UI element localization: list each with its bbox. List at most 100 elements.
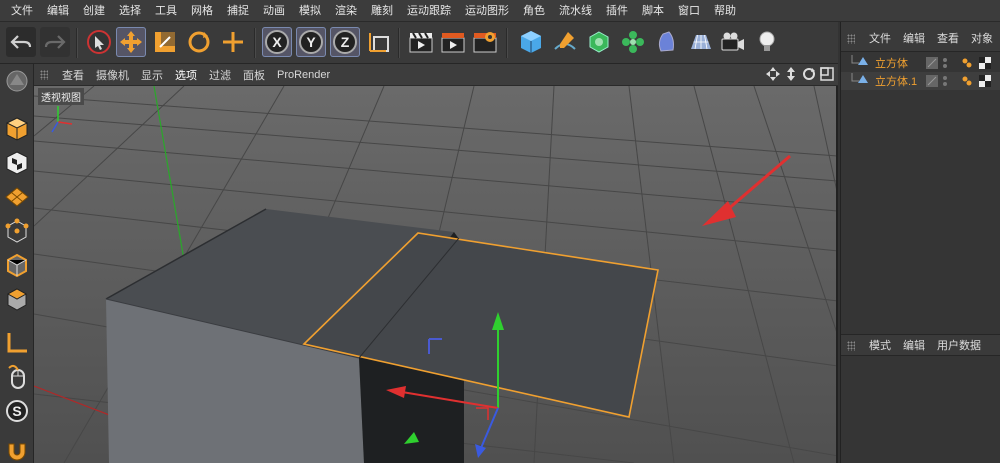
phong-tag-icon[interactable] xyxy=(961,75,973,87)
floor-button[interactable] xyxy=(686,27,716,57)
viewport-nav-icons xyxy=(766,67,834,81)
points-mode-button[interactable] xyxy=(2,216,32,246)
workplane-icon xyxy=(5,187,29,207)
object-row[interactable]: 立方体 xyxy=(841,54,1000,72)
object-manager-menu-bar: 文件 编辑 查看 对象 xyxy=(841,22,1000,52)
undo-icon xyxy=(10,35,32,49)
cloner-icon xyxy=(622,31,644,53)
select-tool-button[interactable] xyxy=(84,27,114,57)
render-view-button[interactable] xyxy=(406,27,436,57)
maximize-view-icon[interactable] xyxy=(820,67,834,81)
object-row[interactable]: 立方体.1 xyxy=(841,72,1000,90)
om-menu-objects[interactable]: 对象 xyxy=(965,30,999,46)
viewport-menu-cameras[interactable]: 摄像机 xyxy=(90,67,135,83)
menu-edit[interactable]: 编辑 xyxy=(40,0,76,22)
menu-mograph[interactable]: 运动图形 xyxy=(458,0,516,22)
workplane-mode-button[interactable] xyxy=(2,182,32,212)
move-tool-button[interactable] xyxy=(116,27,146,57)
menu-animate[interactable]: 动画 xyxy=(256,0,292,22)
cloner-button[interactable] xyxy=(618,27,648,57)
am-menu-user-data[interactable]: 用户数据 xyxy=(931,337,987,353)
om-menu-file[interactable]: 文件 xyxy=(863,30,897,46)
menu-pipeline[interactable]: 流水线 xyxy=(552,0,599,22)
edit-render-toggle-icon[interactable] xyxy=(925,56,939,70)
main-toolbar: X Y Z xyxy=(0,22,838,64)
menu-plugins[interactable]: 插件 xyxy=(599,0,635,22)
camera-button[interactable] xyxy=(718,27,748,57)
light-button[interactable] xyxy=(752,27,782,57)
x-axis-lock-button[interactable]: X xyxy=(262,27,292,57)
viewport-menu-options[interactable]: 选项 xyxy=(169,67,203,83)
dolly-icon[interactable] xyxy=(784,67,798,81)
scale-tool-button[interactable] xyxy=(150,27,180,57)
cube-primitive-button[interactable] xyxy=(516,27,546,57)
object-mode-button[interactable] xyxy=(2,114,32,144)
tree-branch-icon xyxy=(851,55,868,65)
undo-button[interactable] xyxy=(6,27,36,57)
y-axis-label: Y xyxy=(306,34,316,50)
menu-snap[interactable]: 捕捉 xyxy=(220,0,256,22)
texture-tag-icon[interactable] xyxy=(979,75,991,87)
edit-render-toggle-icon[interactable] xyxy=(925,74,939,88)
rotate-tool-button[interactable] xyxy=(184,27,214,57)
edges-mode-button[interactable] xyxy=(2,250,32,280)
visibility-dots-icon[interactable] xyxy=(941,74,949,88)
menu-simulate[interactable]: 模拟 xyxy=(292,0,328,22)
render-picture-viewer-button[interactable] xyxy=(438,27,468,57)
axis-mode-button[interactable] xyxy=(2,328,32,358)
perspective-viewport[interactable]: 透视视图 xyxy=(34,86,838,463)
bend-deformer-icon xyxy=(658,31,674,52)
redo-button[interactable] xyxy=(40,27,70,57)
panel-grip-icon[interactable] xyxy=(847,34,855,44)
phong-tag-icon[interactable] xyxy=(961,57,973,69)
visibility-dots-icon[interactable] xyxy=(941,56,949,70)
viewport-menu-filter[interactable]: 过滤 xyxy=(203,67,237,83)
am-menu-edit[interactable]: 编辑 xyxy=(897,337,931,353)
coordinate-system-button[interactable] xyxy=(364,27,394,57)
render-settings-button[interactable] xyxy=(470,27,500,57)
subdivision-icon xyxy=(589,31,609,53)
menu-select[interactable]: 选择 xyxy=(112,0,148,22)
menu-mesh[interactable]: 网格 xyxy=(184,0,220,22)
panel-grip-icon[interactable] xyxy=(847,341,855,351)
model-mode-button[interactable] xyxy=(2,66,32,96)
viewport-menu-panel[interactable]: 面板 xyxy=(237,67,271,83)
magnet-button[interactable] xyxy=(2,436,32,463)
object-name[interactable]: 立方体.1 xyxy=(875,73,917,89)
menu-render[interactable]: 渲染 xyxy=(328,0,364,22)
transform-tool-button[interactable] xyxy=(218,27,248,57)
tweak-mode-button[interactable] xyxy=(2,362,32,392)
viewport-menu-display[interactable]: 显示 xyxy=(135,67,169,83)
coordinate-system-icon xyxy=(369,33,389,52)
om-menu-edit[interactable]: 编辑 xyxy=(897,30,931,46)
om-menu-view[interactable]: 查看 xyxy=(931,30,965,46)
viewport-menu-view[interactable]: 查看 xyxy=(56,67,90,83)
pen-spline-button[interactable] xyxy=(550,27,580,57)
menu-character[interactable]: 角色 xyxy=(516,0,552,22)
panel-grip-icon[interactable] xyxy=(40,70,48,80)
am-menu-mode[interactable]: 模式 xyxy=(863,337,897,353)
menu-tools[interactable]: 工具 xyxy=(148,0,184,22)
orbit-icon[interactable] xyxy=(802,67,816,81)
menu-create[interactable]: 创建 xyxy=(76,0,112,22)
object-name[interactable]: 立方体 xyxy=(875,55,908,71)
menu-script[interactable]: 脚本 xyxy=(635,0,671,22)
menu-help[interactable]: 帮助 xyxy=(707,0,743,22)
pan-icon[interactable] xyxy=(766,67,780,81)
texture-mode-button[interactable] xyxy=(2,148,32,178)
menu-motion-tracking[interactable]: 运动跟踪 xyxy=(400,0,458,22)
y-axis-lock-button[interactable]: Y xyxy=(296,27,326,57)
redo-icon xyxy=(44,35,66,49)
menu-file[interactable]: 文件 xyxy=(4,0,40,22)
viewport-menu-prorender[interactable]: ProRender xyxy=(271,69,336,81)
snapping-button[interactable]: S xyxy=(2,396,32,426)
deformer-button[interactable] xyxy=(652,27,682,57)
subdivision-surface-button[interactable] xyxy=(584,27,614,57)
polygons-mode-button[interactable] xyxy=(2,284,32,314)
menu-sculpt[interactable]: 雕刻 xyxy=(364,0,400,22)
menu-window[interactable]: 窗口 xyxy=(671,0,707,22)
texture-tag-icon[interactable] xyxy=(979,57,991,69)
z-axis-lock-button[interactable]: Z xyxy=(330,27,360,57)
floor-grid-icon xyxy=(691,34,711,50)
x-axis-label: X xyxy=(272,34,282,50)
